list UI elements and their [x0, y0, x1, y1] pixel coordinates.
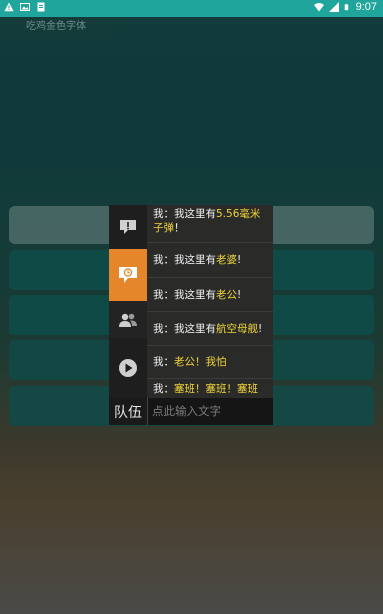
- quick-message-item[interactable]: 我：塞班！塞班！塞班: [147, 379, 273, 398]
- message-input[interactable]: 点此输入文字: [147, 398, 273, 425]
- signal-icon: [328, 2, 339, 12]
- quick-message-item[interactable]: 我：我这里有老婆!: [147, 243, 273, 278]
- image-icon: [20, 3, 30, 11]
- tab-team[interactable]: 队伍: [109, 398, 147, 425]
- quick-chat-tab-bar: 队伍: [109, 205, 147, 425]
- tab-people[interactable]: [109, 301, 147, 338]
- play-icon: [119, 359, 137, 377]
- quick-chat-popup: 队伍 我：我这里有5.56毫米子弹！ 我：我这里有老婆! 我：我这里有老公! 我…: [109, 205, 273, 425]
- battery-icon: [344, 3, 348, 11]
- status-bar: 9:07: [0, 0, 383, 17]
- document-icon: [37, 2, 45, 12]
- quick-message-item[interactable]: 我：老公！我怕: [147, 346, 273, 379]
- wifi-icon: [313, 3, 324, 12]
- tab-clock[interactable]: [109, 249, 147, 301]
- people-icon: [119, 313, 137, 327]
- tab-play[interactable]: [109, 338, 147, 398]
- status-time: 9:07: [355, 1, 377, 13]
- quick-message-item[interactable]: 我：我这里有老公!: [147, 278, 273, 312]
- quick-message-item[interactable]: 我：我这里有5.56毫米子弹！: [147, 205, 273, 243]
- alert-icon: [120, 220, 136, 234]
- quick-message-list: 我：我这里有5.56毫米子弹！ 我：我这里有老婆! 我：我这里有老公! 我：我这…: [147, 205, 273, 398]
- quick-message-item[interactable]: 我：我这里有航空母舰!: [147, 312, 273, 346]
- warning-icon: [4, 2, 14, 12]
- tab-alert[interactable]: [109, 205, 147, 249]
- clock-icon: [119, 267, 137, 283]
- app-title: 吃鸡金色字体: [0, 17, 113, 37]
